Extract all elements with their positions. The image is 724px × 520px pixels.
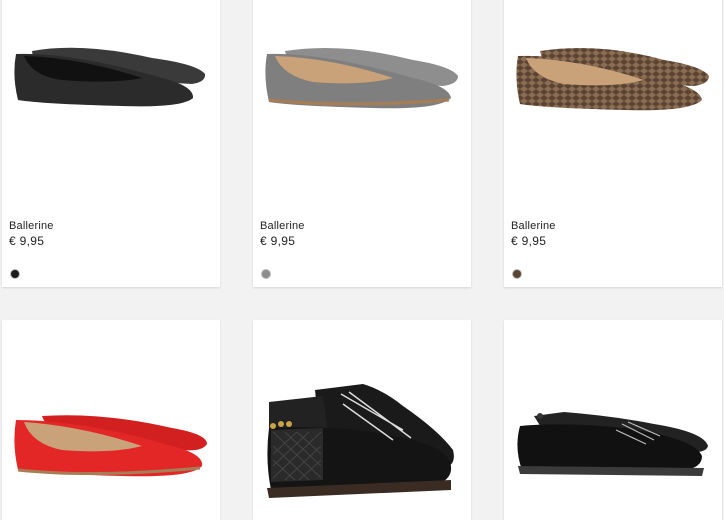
product-price: € 9,95 [260, 234, 296, 248]
product-name[interactable]: Ballerine [260, 220, 305, 232]
product-price: € 9,95 [511, 234, 547, 248]
product-image[interactable] [253, 320, 471, 509]
product-image[interactable] [504, 0, 722, 136]
color-swatch[interactable] [512, 269, 522, 279]
product-card[interactable] [253, 320, 471, 520]
product-image[interactable] [2, 0, 220, 136]
product-card[interactable]: Ballerine € 9,95 [253, 0, 471, 287]
product-name[interactable]: Ballerine [9, 220, 54, 232]
product-card[interactable]: Ballerine € 9,95 [504, 0, 722, 287]
product-card[interactable] [2, 320, 220, 520]
product-card[interactable]: Ballerine € 9,95 [2, 0, 220, 287]
product-image[interactable] [2, 320, 220, 509]
color-swatch[interactable] [10, 269, 20, 279]
product-name[interactable]: Ballerine [511, 220, 556, 232]
color-swatch[interactable] [261, 269, 271, 279]
product-image[interactable] [253, 0, 471, 136]
product-card[interactable] [504, 320, 722, 520]
product-image[interactable] [504, 320, 722, 509]
product-price: € 9,95 [9, 234, 45, 248]
